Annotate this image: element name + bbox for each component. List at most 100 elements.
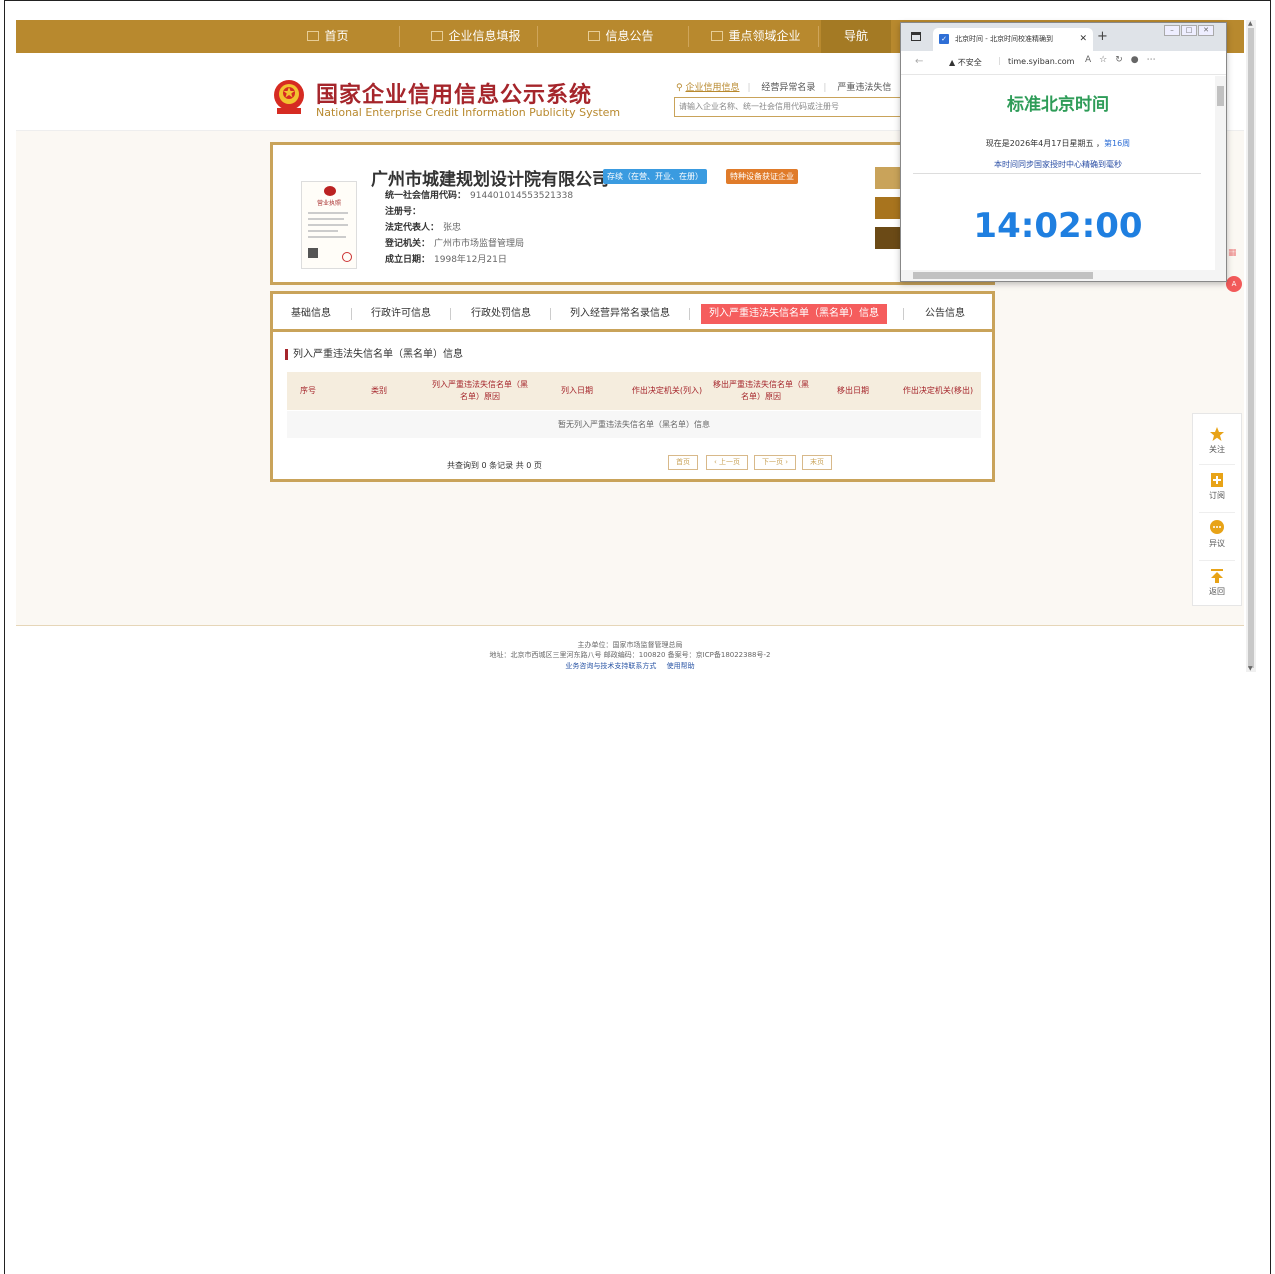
- apps-icon[interactable]: ▦: [1228, 248, 1237, 258]
- support-contact-link[interactable]: 业务咨询与技术支持联系方式: [565, 662, 656, 670]
- time-heading: 标准北京时间: [1007, 95, 1109, 115]
- nav-home[interactable]: 首页: [288, 20, 368, 53]
- established-row: 成立日期： 1998年12月21日: [385, 255, 507, 265]
- status-badge: 存续（在营、开业、在册）: [603, 169, 707, 184]
- action-button-2[interactable]: [875, 197, 901, 219]
- page-scrollbar[interactable]: ▲ ▼: [1246, 20, 1256, 672]
- checkbox-favicon-icon: ✓: [939, 34, 949, 44]
- blacklist-table: 序号 类别 列入严重违法失信名单（黑名单）原因 列入日期 作出决定机关(列入) …: [287, 372, 981, 438]
- empty-message: 暂无列入严重违法失信名单（黑名单）信息: [287, 409, 981, 438]
- column-header: 移出日期: [811, 372, 895, 410]
- search-tab-abnormal[interactable]: 经营异常名录: [761, 80, 815, 93]
- reg-authority-row: 登记机关： 广州市市场监督管理局: [385, 239, 525, 249]
- url-field[interactable]: time.syiban.com: [1008, 57, 1074, 66]
- next-page-button[interactable]: 下一页 ›: [754, 455, 796, 470]
- footer-organizer: 主办单位：国家市场监督管理总局: [577, 641, 683, 649]
- chat-icon: [1210, 520, 1224, 534]
- close-tab-icon[interactable]: ✕: [1079, 28, 1087, 50]
- stamp-icon: [342, 252, 352, 262]
- license-title: 营业执照: [316, 200, 341, 207]
- business-license-image[interactable]: 营业执照: [301, 181, 357, 269]
- reg-no-row: 注册号：: [385, 207, 422, 217]
- action-button-3[interactable]: [875, 227, 901, 249]
- nav-announcements[interactable]: 信息公告: [556, 20, 686, 53]
- objection-button[interactable]: 异议: [1193, 520, 1241, 549]
- search-icon: ⚲: [676, 83, 683, 93]
- company-name: 广州市城建规划设计院有限公司: [371, 170, 609, 190]
- follow-button[interactable]: 关注: [1193, 426, 1241, 455]
- nav-report[interactable]: 企业信息填报: [416, 20, 536, 53]
- star-icon: [1210, 427, 1224, 441]
- search-tab-credit[interactable]: 企业信用信息: [685, 80, 739, 93]
- arrow-up-icon: [1211, 569, 1223, 583]
- column-header: 序号: [287, 372, 329, 410]
- credit-code-row: 统一社会信用代码： 914401014553521338: [385, 191, 574, 201]
- info-panel: 基础信息 行政许可信息 行政处罚信息 列入经营异常名录信息 列入严重违法失信名单…: [270, 291, 995, 482]
- tab-basic[interactable]: 基础信息: [283, 304, 339, 324]
- sync-note: 本时间同步国家授时中心精确到毫秒: [994, 160, 1122, 169]
- back-to-top-button[interactable]: 返回: [1193, 568, 1241, 597]
- prev-page-button[interactable]: ‹ 上一页: [706, 455, 748, 470]
- action-button-1[interactable]: [875, 167, 901, 189]
- scrollbar-thumb[interactable]: [1248, 28, 1254, 668]
- favorite-icon[interactable]: ☆: [1099, 55, 1115, 65]
- tab-announcements[interactable]: 公告信息: [917, 304, 973, 324]
- new-tab-button[interactable]: +: [1097, 29, 1108, 44]
- popup-browser-window: ✓ 北京时间 - 北京时间校准精确到 ✕ + – □ ✕ ← ▲ 不安全 | tim…: [900, 22, 1227, 282]
- speaker-icon: [711, 31, 724, 41]
- nav-guide[interactable]: 导航: [821, 20, 891, 53]
- translate-icon[interactable]: A: [1226, 276, 1242, 292]
- date-line: 现在是2026年4月17日星期五 ，第16周: [985, 139, 1131, 148]
- refresh-icon[interactable]: ↻: [1115, 55, 1131, 65]
- column-header: 作出决定机关(移出): [895, 372, 981, 410]
- footer-links: 业务咨询与技术支持联系方式 使用帮助: [16, 661, 1244, 671]
- popup-horizontal-scrollbar[interactable]: [901, 270, 1226, 281]
- pager-info: 共查询到 0 条记录 共 0 页: [447, 461, 542, 470]
- help-link[interactable]: 使用帮助: [667, 662, 695, 670]
- subscribe-button[interactable]: 订阅: [1193, 472, 1241, 501]
- search-tab-blacklist[interactable]: 严重违法失信: [837, 80, 891, 93]
- tab-blacklist[interactable]: 列入严重违法失信名单（黑名单）信息: [701, 304, 887, 324]
- close-window-icon[interactable]: ✕: [1198, 25, 1214, 36]
- nav-key-enterprises[interactable]: 重点领域企业: [696, 20, 816, 53]
- time-page: 标准北京时间 现在是2026年4月17日星期五 ，第16周 本时间同步国家授时中…: [901, 76, 1215, 271]
- site-title: 国家企业信用信息公示系统: [316, 83, 593, 108]
- security-warning[interactable]: ▲ 不安全: [949, 57, 982, 68]
- first-page-button[interactable]: 首页: [668, 455, 698, 470]
- more-icon[interactable]: ⋯: [1147, 55, 1164, 65]
- column-header: 列入日期: [531, 372, 623, 410]
- tab-permits[interactable]: 行政许可信息: [363, 304, 439, 324]
- week-number: 第16周: [1103, 139, 1131, 148]
- search-tabs: ⚲ 企业信用信息 | 经营异常名录 | 严重违法失信: [676, 80, 899, 93]
- back-arrow-icon[interactable]: ←: [915, 56, 923, 67]
- tab-abnormal[interactable]: 列入经营异常名录信息: [562, 304, 678, 324]
- tab-penalties[interactable]: 行政处罚信息: [463, 304, 539, 324]
- scroll-down-icon[interactable]: ▼: [1248, 665, 1253, 672]
- minimize-icon[interactable]: –: [1164, 25, 1180, 36]
- qr-code-icon: [308, 248, 318, 258]
- browser-toolbar: A☆↻●⋯: [1085, 55, 1164, 65]
- document-icon: [588, 31, 601, 41]
- popup-vertical-scrollbar[interactable]: [1215, 76, 1226, 271]
- maximize-icon[interactable]: □: [1181, 25, 1197, 36]
- search-input[interactable]: 请输入企业名称、统一社会信用代码或注册号: [674, 97, 914, 117]
- national-emblem-icon: [274, 80, 304, 114]
- emblem-icon: [324, 186, 336, 196]
- section-title: 列入严重违法失信名单（黑名单）信息: [285, 349, 463, 360]
- special-equipment-badge: 特种设备获证企业: [726, 169, 798, 184]
- read-aloud-icon[interactable]: A: [1085, 55, 1099, 65]
- column-header: 移出严重违法失信名单（黑名单）原因: [711, 372, 811, 410]
- column-header: 列入严重违法失信名单（黑名单）原因: [429, 372, 531, 410]
- pen-icon: [431, 31, 444, 41]
- last-page-button[interactable]: 末页: [802, 455, 832, 470]
- browser-tab[interactable]: ✓ 北京时间 - 北京时间校准精确到 ✕: [933, 28, 1093, 51]
- profile-icon[interactable]: ●: [1131, 55, 1147, 65]
- table-row: 暂无列入严重违法失信名单（黑名单）信息: [287, 409, 981, 438]
- address-bar: ← ▲ 不安全 | time.syiban.com A☆↻●⋯: [901, 51, 1226, 75]
- site-subtitle: National Enterprise Credit Information P…: [316, 106, 621, 119]
- monitor-icon: [307, 31, 320, 41]
- warning-icon: ▲: [949, 58, 956, 67]
- tab-actions-icon[interactable]: [911, 32, 921, 41]
- subscribe-icon: [1211, 473, 1223, 487]
- scroll-up-icon[interactable]: ▲: [1248, 20, 1253, 27]
